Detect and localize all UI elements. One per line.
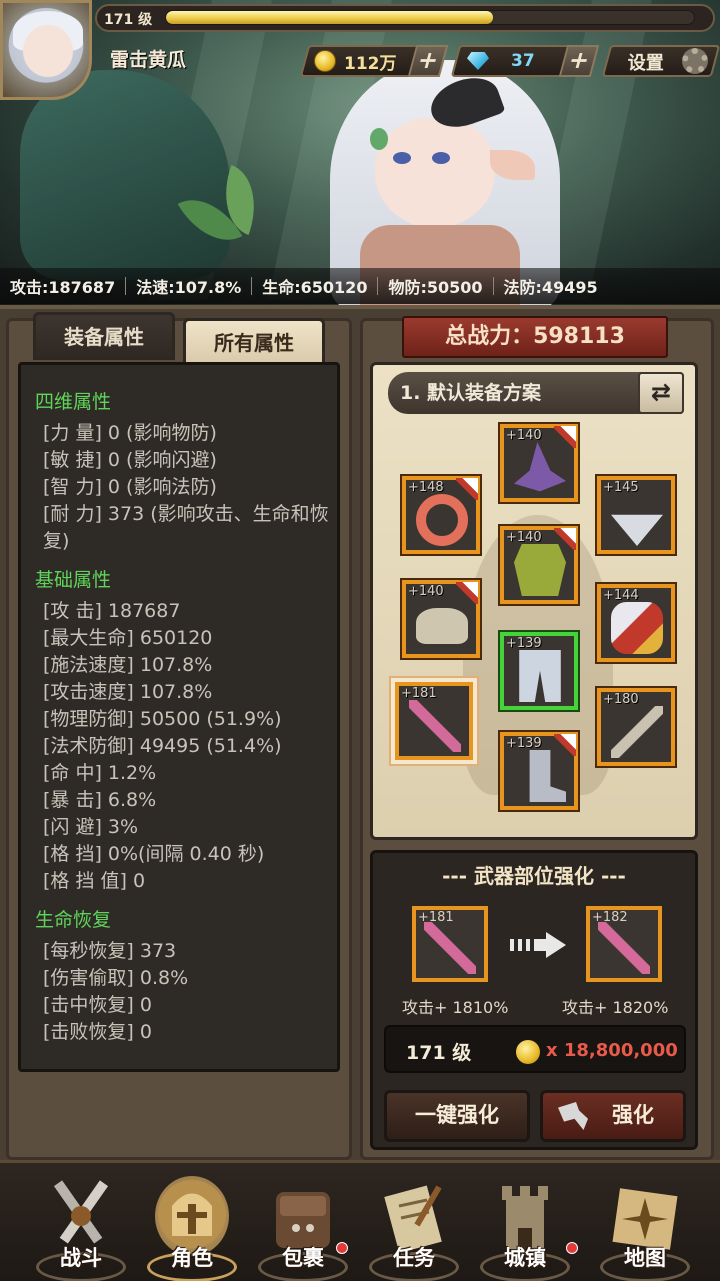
equip-slot-pauldron[interactable]: +140	[402, 580, 480, 658]
attr-row: [敏 捷] 0 (影响闪避)	[43, 449, 217, 471]
equip-slot-weapon[interactable]: +181	[395, 682, 473, 760]
attr-row: [格 挡 值] 0	[43, 870, 146, 892]
equip-slot-gauntlet[interactable]: +144	[597, 584, 675, 662]
four-dim-title: 四维属性	[35, 391, 112, 413]
chest-armor-icon	[514, 544, 566, 596]
stat-hp: 生命:650120	[262, 278, 368, 297]
diamond-currency: 37 +	[450, 45, 600, 77]
auto-enhance-button[interactable]: 一键强化	[384, 1090, 530, 1142]
enhance-label: 强化	[612, 1103, 654, 1127]
gold-coin-icon	[314, 50, 336, 72]
xp-bar	[165, 10, 695, 25]
attr-row: [法术防御] 49495 (51.4%)	[43, 735, 282, 757]
attr-row: [物理防御] 50500 (51.9%)	[43, 708, 282, 730]
equip-slot-armor[interactable]: +140	[500, 526, 578, 604]
current-effect: 攻击+ 1810%	[402, 998, 509, 1017]
xp-bar-fill	[166, 11, 494, 24]
equip-slot-hat[interactable]: +140	[500, 424, 578, 502]
diamond-amount: 37	[511, 51, 535, 71]
necklace-icon	[611, 514, 663, 546]
total-power: 总战力：598113	[402, 316, 668, 358]
player-name: 雷击黄瓜	[110, 49, 187, 71]
nav-map[interactable]: 地图	[590, 1168, 700, 1281]
stat-attack: 攻击:187687	[10, 278, 116, 297]
nav-town[interactable]: 城镇	[470, 1168, 580, 1281]
stat-strip: 攻击:187687 法速:107.8% 生命:650120 物防:50500 法…	[0, 268, 720, 304]
settings-label: 设置	[627, 53, 664, 74]
nav-character[interactable]: 角色	[137, 1168, 247, 1281]
base-attrs-title: 基础属性	[35, 569, 112, 591]
attr-row: [格 挡] 0%(间隔 0.40 秒)	[43, 843, 265, 865]
game-screen: 171 级 雷击黄瓜 112万 + 37 + 设置 攻击:187687 法速:1…	[0, 0, 720, 1281]
nav-inventory[interactable]: 包裹	[248, 1168, 358, 1281]
equip-slot-pants[interactable]: +139	[500, 632, 578, 710]
diamond-icon	[467, 52, 489, 70]
gold-coin-icon	[516, 1040, 540, 1064]
nav-label: 地图	[624, 1246, 666, 1270]
avatar[interactable]	[0, 0, 92, 100]
attr-row: [击中恢复] 0	[43, 994, 152, 1016]
gear-icon[interactable]	[682, 48, 708, 74]
staff-icon	[598, 922, 650, 974]
attr-row: [暴 击] 6.8%	[43, 789, 157, 811]
gold-currency: 112万 +	[299, 45, 449, 77]
tab-all-attrs[interactable]: 所有属性	[183, 318, 325, 366]
leg-armor-icon	[519, 650, 561, 702]
stat-phys-def: 物防:50500	[388, 278, 483, 297]
next-weapon-slot: +182	[586, 906, 662, 982]
attribute-list[interactable]: 四维属性 [力 量] 0 (影响物防) [敏 捷] 0 (影响闪避) [智 力]…	[18, 362, 340, 1072]
attr-row: [攻击速度] 107.8%	[43, 681, 213, 703]
nav-label: 包裹	[282, 1246, 324, 1270]
staff-icon	[409, 700, 461, 752]
stat-magic-def: 法防:49495	[503, 278, 598, 297]
attr-row: [命 中] 1.2%	[43, 762, 157, 784]
regen-title: 生命恢复	[35, 909, 112, 931]
attr-row: [每秒恢复] 373	[43, 940, 177, 962]
staff-icon	[424, 922, 476, 974]
nav-battle[interactable]: 战斗	[26, 1168, 136, 1281]
current-weapon-slot: +181	[412, 906, 488, 982]
attr-row: [耐 力] 373 (影响攻击、生命和恢复)	[43, 503, 329, 552]
gold-amount: 112万	[344, 53, 397, 74]
arrow-right-icon	[510, 932, 566, 958]
attr-row: [闪 避] 3%	[43, 816, 139, 838]
nav-quests[interactable]: 任务	[359, 1168, 469, 1281]
next-effect: 攻击+ 1820%	[562, 998, 669, 1017]
equip-slot-offhand[interactable]: +180	[597, 688, 675, 766]
enhance-title: --- 武器部位强化 ---	[442, 864, 626, 888]
equip-slot-ring[interactable]: +148	[402, 476, 480, 554]
cost-level: 171 级	[406, 1042, 472, 1064]
gauntlet-icon	[611, 602, 663, 654]
boots-icon	[529, 750, 566, 802]
scepter-icon	[611, 706, 663, 758]
nav-label: 任务	[393, 1246, 435, 1270]
attr-row: [伤害偷取] 0.8%	[43, 967, 189, 989]
equip-slot-necklace[interactable]: +145	[597, 476, 675, 554]
nav-label: 城镇	[504, 1246, 546, 1270]
equip-slot-boots[interactable]: +139	[500, 732, 578, 810]
attr-row: [攻 击] 187687	[43, 600, 181, 622]
stat-cast-speed: 法速:107.8%	[136, 278, 242, 297]
swap-scheme-button[interactable]: ⇄	[638, 372, 684, 414]
attr-row: [施法速度] 107.8%	[43, 654, 213, 676]
cost-amount: x 18,800,000	[546, 1040, 678, 1061]
pauldron-icon	[416, 608, 468, 644]
attr-row: [力 量] 0 (影响物防)	[43, 422, 217, 444]
ring-icon	[416, 494, 468, 546]
tab-equip-attrs[interactable]: 装备属性	[33, 312, 175, 360]
attr-row: [智 力] 0 (影响法防)	[43, 476, 217, 498]
wizard-hat-icon	[514, 442, 566, 492]
nav-label: 战斗	[60, 1246, 102, 1270]
attr-row: [最大生命] 650120	[43, 627, 213, 649]
nav-label: 角色	[171, 1246, 213, 1270]
player-level: 171 级	[104, 12, 153, 28]
